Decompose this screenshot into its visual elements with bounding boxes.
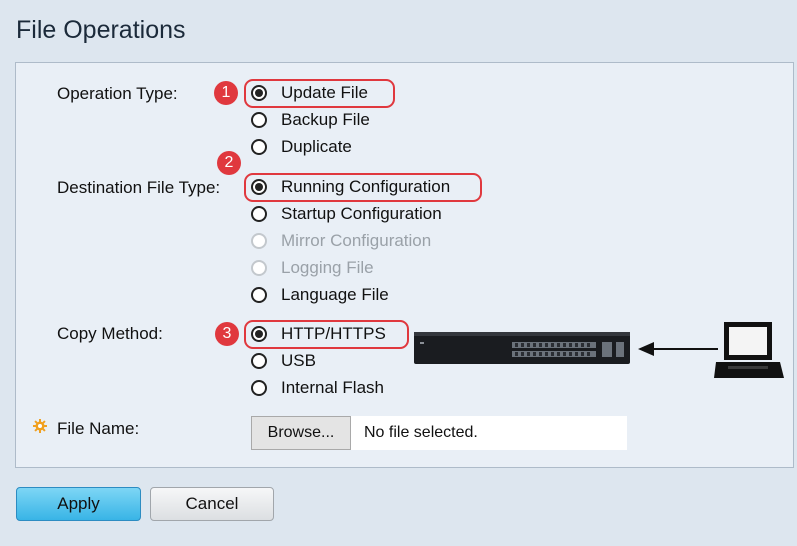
radio-label: Update File — [281, 83, 368, 102]
radio-label: Startup Configuration — [281, 204, 442, 223]
radio-button[interactable] — [251, 206, 267, 222]
radio-mirror-configuration: Mirror Configuration — [251, 229, 431, 253]
radio-button[interactable] — [251, 380, 267, 396]
radio-button — [251, 260, 267, 276]
file-status-text: No file selected. — [364, 424, 478, 441]
copy-method-label: Copy Method: — [57, 324, 163, 343]
radio-button — [251, 233, 267, 249]
step-2-badge: 2 — [217, 151, 241, 175]
radio-button[interactable] — [251, 85, 267, 101]
radio-duplicate[interactable]: Duplicate — [251, 135, 352, 159]
radio-internal-flash[interactable]: Internal Flash — [251, 376, 384, 400]
step-3-badge: 3 — [215, 322, 239, 346]
cancel-button[interactable]: Cancel — [150, 487, 274, 521]
radio-label: Logging File — [281, 258, 374, 277]
radio-running-configuration[interactable]: Running Configuration — [251, 175, 450, 199]
file-input[interactable]: Browse... No file selected. — [251, 416, 627, 450]
radio-button[interactable] — [251, 353, 267, 369]
file-name-label: File Name: — [57, 419, 140, 438]
browse-button[interactable]: Browse... — [251, 416, 351, 450]
destination-file-type-label: Destination File Type: — [57, 178, 221, 197]
radio-label: Backup File — [281, 110, 370, 129]
page-title: File Operations — [16, 16, 186, 44]
radio-button[interactable] — [251, 179, 267, 195]
radio-label: USB — [281, 351, 316, 370]
network-switch-icon — [414, 332, 630, 364]
operation-type-label: Operation Type: — [57, 84, 178, 103]
radio-startup-configuration[interactable]: Startup Configuration — [251, 202, 442, 226]
radio-usb[interactable]: USB — [251, 349, 316, 373]
radio-button[interactable] — [251, 112, 267, 128]
radio-label: HTTP/HTTPS — [281, 324, 386, 343]
radio-update-file[interactable]: Update File — [251, 81, 368, 105]
step-1-badge: 1 — [214, 81, 238, 105]
radio-backup-file[interactable]: Backup File — [251, 108, 370, 132]
radio-button[interactable] — [251, 326, 267, 342]
radio-label: Duplicate — [281, 137, 352, 156]
laptop-icon — [714, 322, 784, 378]
radio-button[interactable] — [251, 139, 267, 155]
arrow-left-icon — [638, 342, 718, 356]
radio-label: Language File — [281, 285, 389, 304]
file-operations-panel — [15, 62, 794, 468]
radio-button[interactable] — [251, 287, 267, 303]
radio-logging-file: Logging File — [251, 256, 374, 280]
radio-http-https[interactable]: HTTP/HTTPS — [251, 322, 386, 346]
gear-icon — [33, 419, 47, 433]
apply-button[interactable]: Apply — [16, 487, 141, 521]
radio-label: Internal Flash — [281, 378, 384, 397]
radio-label: Running Configuration — [281, 177, 451, 196]
radio-language-file[interactable]: Language File — [251, 283, 389, 307]
radio-label: Mirror Configuration — [281, 231, 432, 250]
